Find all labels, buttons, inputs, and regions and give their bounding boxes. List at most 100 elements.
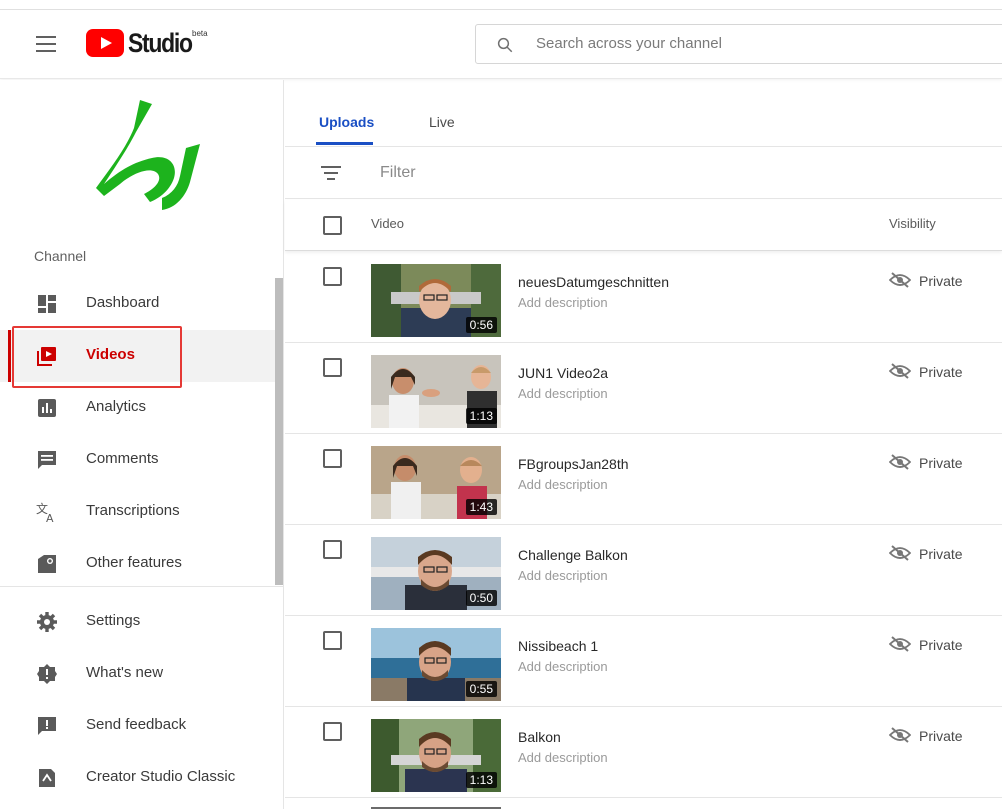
sidebar-item-creator-studio-classic[interactable]: Creator Studio Classic: [0, 752, 275, 804]
sidebar-item-label: Other features: [86, 554, 182, 571]
channel-avatar[interactable]: [90, 98, 210, 213]
visibility-dropdown[interactable]: Private: [919, 364, 963, 380]
video-description[interactable]: Add description: [518, 295, 608, 310]
visibility-off-icon: [889, 545, 911, 561]
visibility-dropdown[interactable]: Private: [919, 273, 963, 289]
sidebar-item-analytics[interactable]: Analytics: [0, 382, 275, 434]
active-indicator: [8, 330, 11, 382]
sidebar-item-whats-new[interactable]: What's new: [0, 648, 275, 700]
row-checkbox[interactable]: [323, 540, 342, 559]
video-thumbnail[interactable]: 1:13: [371, 719, 501, 792]
sidebar-item-label: Creator Studio Classic: [86, 768, 236, 785]
row-checkbox[interactable]: [323, 631, 342, 650]
row-checkbox[interactable]: [323, 358, 342, 377]
menu-icon[interactable]: [36, 36, 56, 52]
table-row[interactable]: 0:50 Challenge Balkon Add description Pr…: [285, 525, 1002, 616]
video-duration: 1:13: [465, 772, 497, 788]
video-title[interactable]: neuesDatumgeschnitten: [518, 274, 669, 290]
sidebar-item-label: Dashboard: [86, 294, 160, 311]
visibility-dropdown[interactable]: Private: [919, 546, 963, 562]
svg-text:A: A: [46, 512, 54, 523]
table-row[interactable]: 1:13 JUN1 Video2a Add description Privat…: [285, 343, 1002, 434]
visibility-dropdown[interactable]: Private: [919, 455, 963, 471]
filter-bar: Filter: [285, 148, 1002, 199]
channel-section-label: Channel: [34, 248, 87, 264]
column-header-visibility[interactable]: Visibility: [889, 216, 936, 231]
whats-new-icon: [37, 664, 57, 684]
video-description[interactable]: Add description: [518, 568, 608, 583]
video-duration: 0:50: [465, 590, 497, 606]
sidebar-item-dashboard[interactable]: Dashboard: [0, 278, 275, 330]
active-tab-indicator: [316, 142, 373, 145]
table-row[interactable]: 0:56 neuesDatumgeschnitten Add descripti…: [285, 252, 1002, 343]
video-title[interactable]: FBgroupsJan28th: [518, 456, 629, 472]
search-input[interactable]: [536, 35, 936, 52]
visibility-off-icon: [889, 272, 911, 288]
video-thumbnail[interactable]: 1:13: [371, 355, 501, 428]
visibility-off-icon: [889, 636, 911, 652]
videos-icon: [37, 347, 56, 366]
video-thumbnail[interactable]: 1:43: [371, 446, 501, 519]
search-icon[interactable]: [496, 36, 514, 54]
tab-live[interactable]: Live: [429, 114, 455, 130]
video-duration: 1:13: [465, 408, 497, 424]
video-thumbnail[interactable]: 0:55: [371, 628, 501, 701]
sidebar-item-label: Analytics: [86, 398, 147, 415]
other-features-icon: [38, 555, 56, 573]
video-title[interactable]: Challenge Balkon: [518, 547, 628, 563]
row-checkbox[interactable]: [323, 722, 342, 741]
table-row[interactable]: 1:13 Balkon Add description Private: [285, 707, 1002, 798]
sidebar-item-label: Comments: [86, 450, 159, 467]
video-description[interactable]: Add description: [518, 659, 608, 674]
sidebar-item-send-feedback[interactable]: Send feedback: [0, 700, 275, 752]
sidebar-item-label: Settings: [86, 612, 141, 629]
logo-text: Studio: [128, 27, 193, 58]
column-header-video: Video: [371, 216, 405, 231]
visibility-off-icon: [889, 363, 911, 379]
tab-uploads[interactable]: Uploads: [319, 114, 374, 130]
video-description[interactable]: Add description: [518, 386, 608, 401]
dashboard-icon: [38, 295, 56, 313]
video-duration: 1:43: [465, 499, 497, 515]
video-thumbnail[interactable]: 0:50: [371, 537, 501, 610]
filter-input[interactable]: Filter: [380, 164, 416, 182]
youtube-play-icon: [86, 29, 124, 57]
sidebar-item-settings[interactable]: Settings: [0, 596, 275, 648]
visibility-dropdown[interactable]: Private: [919, 728, 963, 744]
creator-studio-classic-icon: [39, 769, 55, 787]
sidebar-item-label: Videos: [86, 346, 135, 363]
video-title[interactable]: Balkon: [518, 729, 561, 745]
row-checkbox[interactable]: [323, 267, 342, 286]
sidebar-item-videos[interactable]: Videos: [0, 330, 275, 382]
table-row[interactable]: 1:43 FBgroupsJan28th Add description Pri…: [285, 434, 1002, 525]
row-checkbox[interactable]: [323, 449, 342, 468]
sidebar-scrollbar[interactable]: [275, 278, 283, 585]
search-box[interactable]: [475, 24, 1002, 64]
sidebar-item-transcriptions[interactable]: 文 A Transcriptions: [0, 486, 275, 538]
video-thumbnail[interactable]: 0:56: [371, 264, 501, 337]
comments-icon: [38, 451, 56, 469]
sidebar-item-comments[interactable]: Comments: [0, 434, 275, 486]
visibility-off-icon: [889, 454, 911, 470]
beta-badge: beta: [192, 29, 208, 38]
sidebar-item-other-features[interactable]: Other features: [0, 538, 275, 590]
top-bar: Studio beta: [0, 0, 1002, 79]
sidebar-divider: [0, 586, 284, 587]
youtube-studio-logo[interactable]: Studio: [86, 28, 203, 58]
sidebar-item-label: Send feedback: [86, 716, 187, 733]
visibility-off-icon: [889, 727, 911, 743]
video-duration: 0:55: [465, 681, 497, 697]
video-title[interactable]: Nissibeach 1: [518, 638, 598, 654]
video-description[interactable]: Add description: [518, 750, 608, 765]
sidebar-item-label: What's new: [86, 664, 164, 681]
video-description[interactable]: Add description: [518, 477, 608, 492]
select-all-checkbox[interactable]: [323, 216, 342, 235]
filter-icon[interactable]: [321, 166, 341, 180]
video-title[interactable]: JUN1 Video2a: [518, 365, 608, 381]
video-duration: 0:56: [465, 317, 497, 333]
table-row[interactable]: 0:55 Nissibeach 1 Add description Privat…: [285, 616, 1002, 707]
visibility-dropdown[interactable]: Private: [919, 637, 963, 653]
table-header: Video Visibility: [285, 200, 1002, 251]
analytics-icon: [38, 399, 56, 417]
main-content: Uploads Live Filter Video Visibility 0:5…: [285, 80, 1002, 809]
